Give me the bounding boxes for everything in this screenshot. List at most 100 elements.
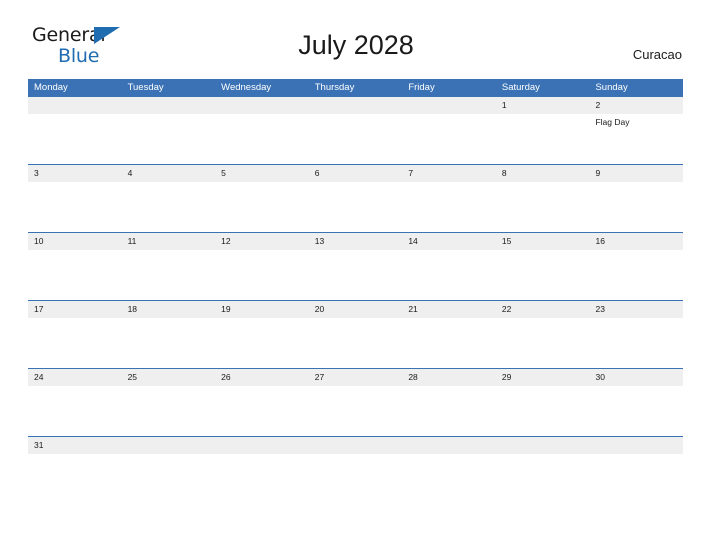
day-events: [215, 386, 309, 436]
day-number[interactable]: [122, 437, 216, 454]
day-events: [309, 386, 403, 436]
day-number[interactable]: 9: [589, 165, 683, 182]
day-number[interactable]: 5: [215, 165, 309, 182]
day-number[interactable]: 3: [28, 165, 122, 182]
week-events-strip: [28, 386, 683, 436]
weekday-header-friday: Friday: [408, 82, 435, 93]
week-dates-strip: 3 4 5 6 7 8 9: [28, 165, 683, 182]
event-label[interactable]: Flag Day: [595, 117, 677, 128]
day-events: [402, 250, 496, 300]
day-number[interactable]: 10: [28, 233, 122, 250]
day-events: [402, 318, 496, 368]
day-number[interactable]: 2: [589, 97, 683, 114]
day-events: [28, 114, 122, 164]
day-number[interactable]: 25: [122, 369, 216, 386]
day-events: Flag Day: [589, 114, 683, 164]
day-number[interactable]: [402, 97, 496, 114]
day-events: [309, 454, 403, 504]
day-events: [496, 318, 590, 368]
day-number[interactable]: 8: [496, 165, 590, 182]
day-number[interactable]: 28: [402, 369, 496, 386]
page-header: General Blue July 2028 Curacao: [0, 0, 712, 66]
week-row: 24 25 26 27 28 29 30: [28, 368, 683, 436]
weekday-header-sunday: Sunday: [595, 82, 628, 93]
week-dates-strip: 31: [28, 437, 683, 454]
day-events: [122, 182, 216, 232]
day-number[interactable]: 16: [589, 233, 683, 250]
day-events: [496, 182, 590, 232]
week-events-strip: [28, 250, 683, 300]
day-events: [402, 182, 496, 232]
day-number[interactable]: 22: [496, 301, 590, 318]
day-events: [215, 114, 309, 164]
day-events: [215, 182, 309, 232]
day-events: [28, 250, 122, 300]
week-row: 3 4 5 6 7 8 9: [28, 164, 683, 232]
day-number[interactable]: [496, 437, 590, 454]
day-number[interactable]: 27: [309, 369, 403, 386]
day-number[interactable]: 11: [122, 233, 216, 250]
day-number[interactable]: 24: [28, 369, 122, 386]
day-number[interactable]: [589, 437, 683, 454]
calendar-page: General Blue July 2028 Curacao Monday Tu…: [0, 0, 712, 550]
day-events: [309, 182, 403, 232]
day-events: [589, 182, 683, 232]
page-title: July 2028: [298, 30, 414, 60]
day-number[interactable]: 18: [122, 301, 216, 318]
day-number[interactable]: 7: [402, 165, 496, 182]
day-events: [122, 250, 216, 300]
day-number[interactable]: 26: [215, 369, 309, 386]
day-number[interactable]: 29: [496, 369, 590, 386]
day-number[interactable]: 19: [215, 301, 309, 318]
weekday-header-thursday: Thursday: [314, 82, 355, 93]
day-number[interactable]: 4: [122, 165, 216, 182]
day-events: [496, 454, 590, 504]
day-number[interactable]: 17: [28, 301, 122, 318]
day-events: [496, 250, 590, 300]
day-number[interactable]: 1: [496, 97, 590, 114]
day-events: [122, 114, 216, 164]
day-events: [122, 318, 216, 368]
day-number[interactable]: 13: [309, 233, 403, 250]
day-events: [28, 182, 122, 232]
weekday-header-wednesday: Wednesday: [221, 82, 272, 93]
day-events: [28, 386, 122, 436]
week-dates-strip: 1 2: [28, 97, 683, 114]
week-events-strip: [28, 318, 683, 368]
day-number[interactable]: 30: [589, 369, 683, 386]
day-number[interactable]: 14: [402, 233, 496, 250]
day-number[interactable]: 23: [589, 301, 683, 318]
day-events: [402, 386, 496, 436]
day-events: [309, 250, 403, 300]
day-events: [589, 318, 683, 368]
week-events-strip: Flag Day: [28, 114, 683, 164]
day-events: [589, 454, 683, 504]
week-row: 10 11 12 13 14 15 16: [28, 232, 683, 300]
day-events: [589, 250, 683, 300]
day-number[interactable]: 12: [215, 233, 309, 250]
day-number[interactable]: [402, 437, 496, 454]
day-events: [309, 318, 403, 368]
week-row: 17 18 19 20 21 22 23: [28, 300, 683, 368]
day-events: [215, 250, 309, 300]
day-number[interactable]: [122, 97, 216, 114]
weekday-header-tuesday: Tuesday: [127, 82, 164, 93]
day-number[interactable]: 15: [496, 233, 590, 250]
day-number[interactable]: [215, 437, 309, 454]
week-row: 31: [28, 436, 683, 504]
day-events: [122, 454, 216, 504]
locale-label: Curacao: [632, 47, 682, 62]
week-dates-strip: 24 25 26 27 28 29 30: [28, 369, 683, 386]
day-number[interactable]: 21: [402, 301, 496, 318]
day-number[interactable]: 31: [28, 437, 122, 454]
day-number[interactable]: 20: [309, 301, 403, 318]
day-number[interactable]: [28, 97, 122, 114]
day-number[interactable]: [309, 97, 403, 114]
day-events: [28, 318, 122, 368]
day-number[interactable]: [309, 437, 403, 454]
day-number[interactable]: 6: [309, 165, 403, 182]
week-dates-strip: 17 18 19 20 21 22 23: [28, 301, 683, 318]
weekday-header-row: Monday Tuesday Wednesday Thursday Friday…: [28, 79, 683, 97]
day-events: [402, 114, 496, 164]
day-number[interactable]: [215, 97, 309, 114]
